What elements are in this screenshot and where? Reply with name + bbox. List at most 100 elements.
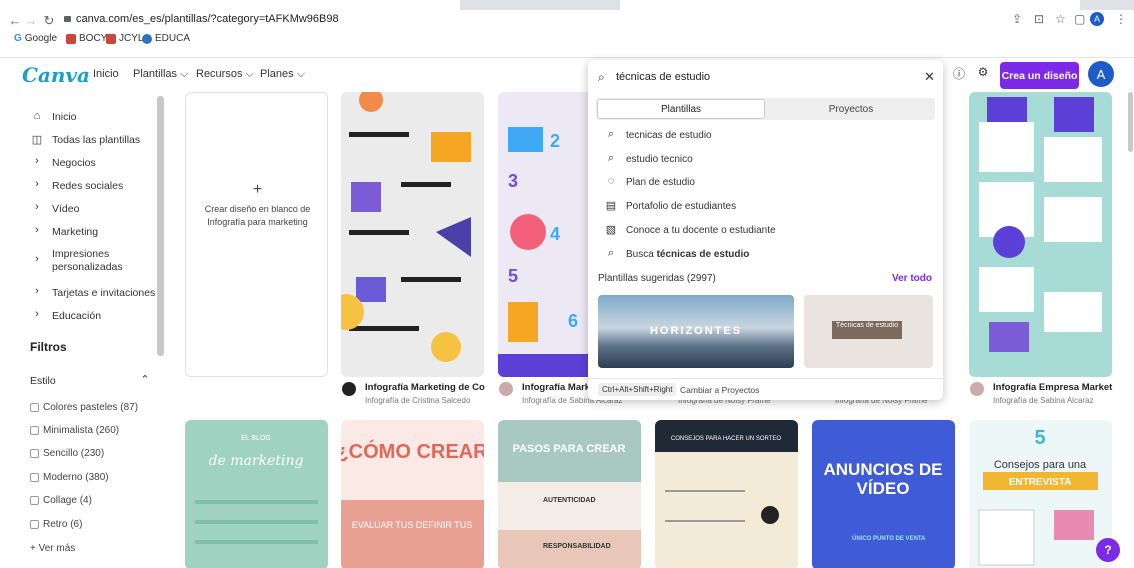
sidepanel-icon[interactable]: ▢: [1074, 12, 1085, 26]
sidebar-item-redes[interactable]: Redes sociales: [52, 180, 123, 192]
menu-planes[interactable]: Planes ⌵: [260, 68, 305, 81]
tab-plantillas[interactable]: Plantillas: [597, 99, 765, 119]
sidebar-item-inicio[interactable]: Inicio: [52, 111, 77, 123]
menu-recursos[interactable]: Recursos ⌵: [196, 68, 254, 81]
style-checkbox[interactable]: [30, 473, 39, 482]
suggested-template-thumbnail[interactable]: Técnicas de estudio: [804, 295, 933, 368]
suggestion-item[interactable]: ◌ Plan de estudio: [596, 172, 935, 194]
chevron-right-icon[interactable]: ›: [30, 224, 44, 236]
style-checkbox[interactable]: [30, 520, 39, 529]
sidebar-item-negocios[interactable]: Negocios: [52, 157, 96, 169]
plus-icon: +: [252, 181, 263, 198]
template-thumbnail[interactable]: [969, 92, 1112, 377]
forward-icon[interactable]: →: [22, 13, 40, 28]
chevron-right-icon[interactable]: ›: [30, 155, 44, 167]
template-thumbnail[interactable]: ANUNCIOS DE VÍDEO ÚNICO PUNTO DE VENTA: [812, 420, 955, 568]
help-button[interactable]: ?: [1096, 538, 1120, 562]
suggestion-item[interactable]: ⌕ estudio tecnico: [596, 149, 935, 171]
bookmark-jcyl[interactable]: JCYL: [106, 33, 143, 44]
suggested-template-thumbnail[interactable]: HORIZONTES: [598, 295, 794, 368]
style-option-label[interactable]: Retro (6): [43, 519, 82, 530]
star-icon[interactable]: ☆: [1055, 12, 1066, 26]
template-thumbnail[interactable]: PASOS PARA CREAR AUTENTICIDAD RESPONSABI…: [498, 420, 641, 568]
gear-icon[interactable]: ⚙: [975, 65, 991, 79]
search-bar[interactable]: ⌕ técnicas de estudio ✕: [596, 65, 935, 91]
see-more-link[interactable]: + Ver más: [30, 543, 75, 554]
chevron-right-icon[interactable]: ›: [30, 253, 44, 265]
style-option-label[interactable]: Moderno (380): [43, 472, 109, 483]
avatar[interactable]: A: [1088, 61, 1114, 87]
install-icon[interactable]: ⊡: [1034, 12, 1044, 26]
search-icon: ⌕: [598, 70, 605, 84]
browser-tab[interactable]: [620, 0, 1080, 10]
chevron-right-icon[interactable]: ›: [30, 285, 44, 297]
create-design-button[interactable]: Crea un diseño: [1000, 62, 1079, 89]
anuncios-video-preview: ANUNCIOS DE VÍDEO ÚNICO PUNTO DE VENTA: [823, 460, 942, 542]
share-icon[interactable]: ⇪: [1012, 12, 1022, 26]
style-option-label[interactable]: Colores pasteles (87): [43, 402, 138, 413]
template-title[interactable]: Infografía Empresa Marketi...: [993, 382, 1113, 393]
template-author[interactable]: Infografía de Sabina Alcaraz: [993, 396, 1094, 405]
reload-icon[interactable]: ↻: [40, 13, 58, 29]
page-scrollbar[interactable]: [1128, 92, 1133, 152]
address-bar[interactable]: canva.com/es_es/plantillas/?category=tAF…: [76, 13, 339, 25]
sidebar-item-todas[interactable]: Todas las plantillas: [52, 134, 140, 146]
sidebar-scrollbar[interactable]: [157, 96, 164, 356]
canva-logo[interactable]: Canva: [22, 63, 90, 87]
search-all-item[interactable]: ⌕ Busca técnicas de estudio: [596, 244, 935, 266]
browser-tab[interactable]: [0, 0, 460, 10]
suggestion-item[interactable]: ▧ Conoce a tu docente o estudiante: [596, 220, 935, 242]
home-icon: ⌂: [33, 110, 41, 122]
svg-text:Consejos para una: Consejos para una: [994, 459, 1087, 471]
template-title[interactable]: Infografía Marketing de Con...: [365, 382, 485, 393]
style-option-label[interactable]: Sencillo (230): [43, 448, 104, 459]
grid-icon: ◫: [31, 134, 43, 146]
style-checkbox[interactable]: [30, 403, 39, 412]
author-avatar[interactable]: [342, 382, 356, 396]
svg-text:2: 2: [550, 131, 560, 151]
menu-dots-icon[interactable]: ⋮: [1115, 12, 1127, 26]
como-crear-preview: ¿CÓMO CREAR EVALUAR TUS DEFINIR TUS: [341, 439, 484, 568]
template-author[interactable]: Infografía de Cristina Salcedo: [365, 396, 470, 405]
template-thumbnail[interactable]: 5 Consejos para una ENTREVISTA: [969, 420, 1112, 568]
filters-title: Filtros: [30, 340, 67, 354]
template-thumbnail[interactable]: ¿CÓMO CREAR EVALUAR TUS DEFINIR TUS: [341, 420, 484, 568]
style-checkbox[interactable]: [30, 449, 39, 458]
sidebar-item-tarjetas[interactable]: Tarjetas e invitaciones: [52, 287, 155, 299]
chevron-right-icon[interactable]: ›: [30, 308, 44, 320]
style-section-title[interactable]: Estilo: [30, 375, 56, 387]
style-checkbox[interactable]: [30, 426, 39, 435]
style-checkbox[interactable]: [30, 496, 39, 505]
sidebar-item-marketing[interactable]: Marketing: [52, 226, 98, 238]
suggestion-item[interactable]: ⌕ tecnicas de estudio: [596, 125, 935, 147]
template-thumbnail[interactable]: EL BLOG de marketing: [185, 420, 328, 568]
menu-plantillas[interactable]: Plantillas ⌵: [133, 68, 188, 81]
see-all-link[interactable]: Ver todo: [892, 273, 932, 284]
help-circle-icon[interactable]: ⓘ: [951, 65, 967, 82]
tab-proyectos[interactable]: Proyectos: [768, 99, 934, 119]
profile-icon[interactable]: A: [1090, 12, 1104, 26]
author-avatar[interactable]: [970, 382, 984, 396]
template-thumbnail[interactable]: CONSEJOS PARA HACER UN SORTEO: [655, 420, 798, 568]
bookmark-educa[interactable]: EDUCA: [142, 33, 190, 44]
sidebar-item-video[interactable]: Vídeo: [52, 203, 79, 215]
style-option-label[interactable]: Collage (4): [43, 495, 92, 506]
chevron-right-icon[interactable]: ›: [30, 178, 44, 190]
template-thumbnail[interactable]: [341, 92, 484, 377]
sidebar-item-impresiones[interactable]: Impresiones personalizadas: [52, 248, 132, 274]
sidebar-item-educacion[interactable]: Educación: [52, 310, 101, 322]
suggestion-item[interactable]: ▤ Portafolio de estudiantes: [596, 196, 935, 218]
author-avatar[interactable]: [499, 382, 513, 396]
search-tabs: Plantillas Proyectos: [596, 98, 935, 120]
search-input[interactable]: técnicas de estudio: [616, 71, 710, 83]
bookmark-google[interactable]: G Google: [14, 33, 57, 44]
svg-text:4: 4: [550, 224, 560, 244]
chevron-right-icon[interactable]: ›: [30, 201, 44, 213]
style-option-label[interactable]: Minimalista (260): [43, 425, 119, 436]
svg-text:RESPONSABILIDAD: RESPONSABILIDAD: [543, 543, 611, 550]
chevron-up-icon[interactable]: ⌃: [138, 373, 152, 386]
blank-design-card[interactable]: + Crear diseño en blanco de Infografía p…: [185, 92, 328, 377]
close-icon[interactable]: ✕: [924, 69, 935, 85]
consejos-entrevista-preview: 5 Consejos para una ENTREVISTA: [978, 427, 1098, 566]
menu-inicio[interactable]: Inicio: [93, 68, 119, 80]
